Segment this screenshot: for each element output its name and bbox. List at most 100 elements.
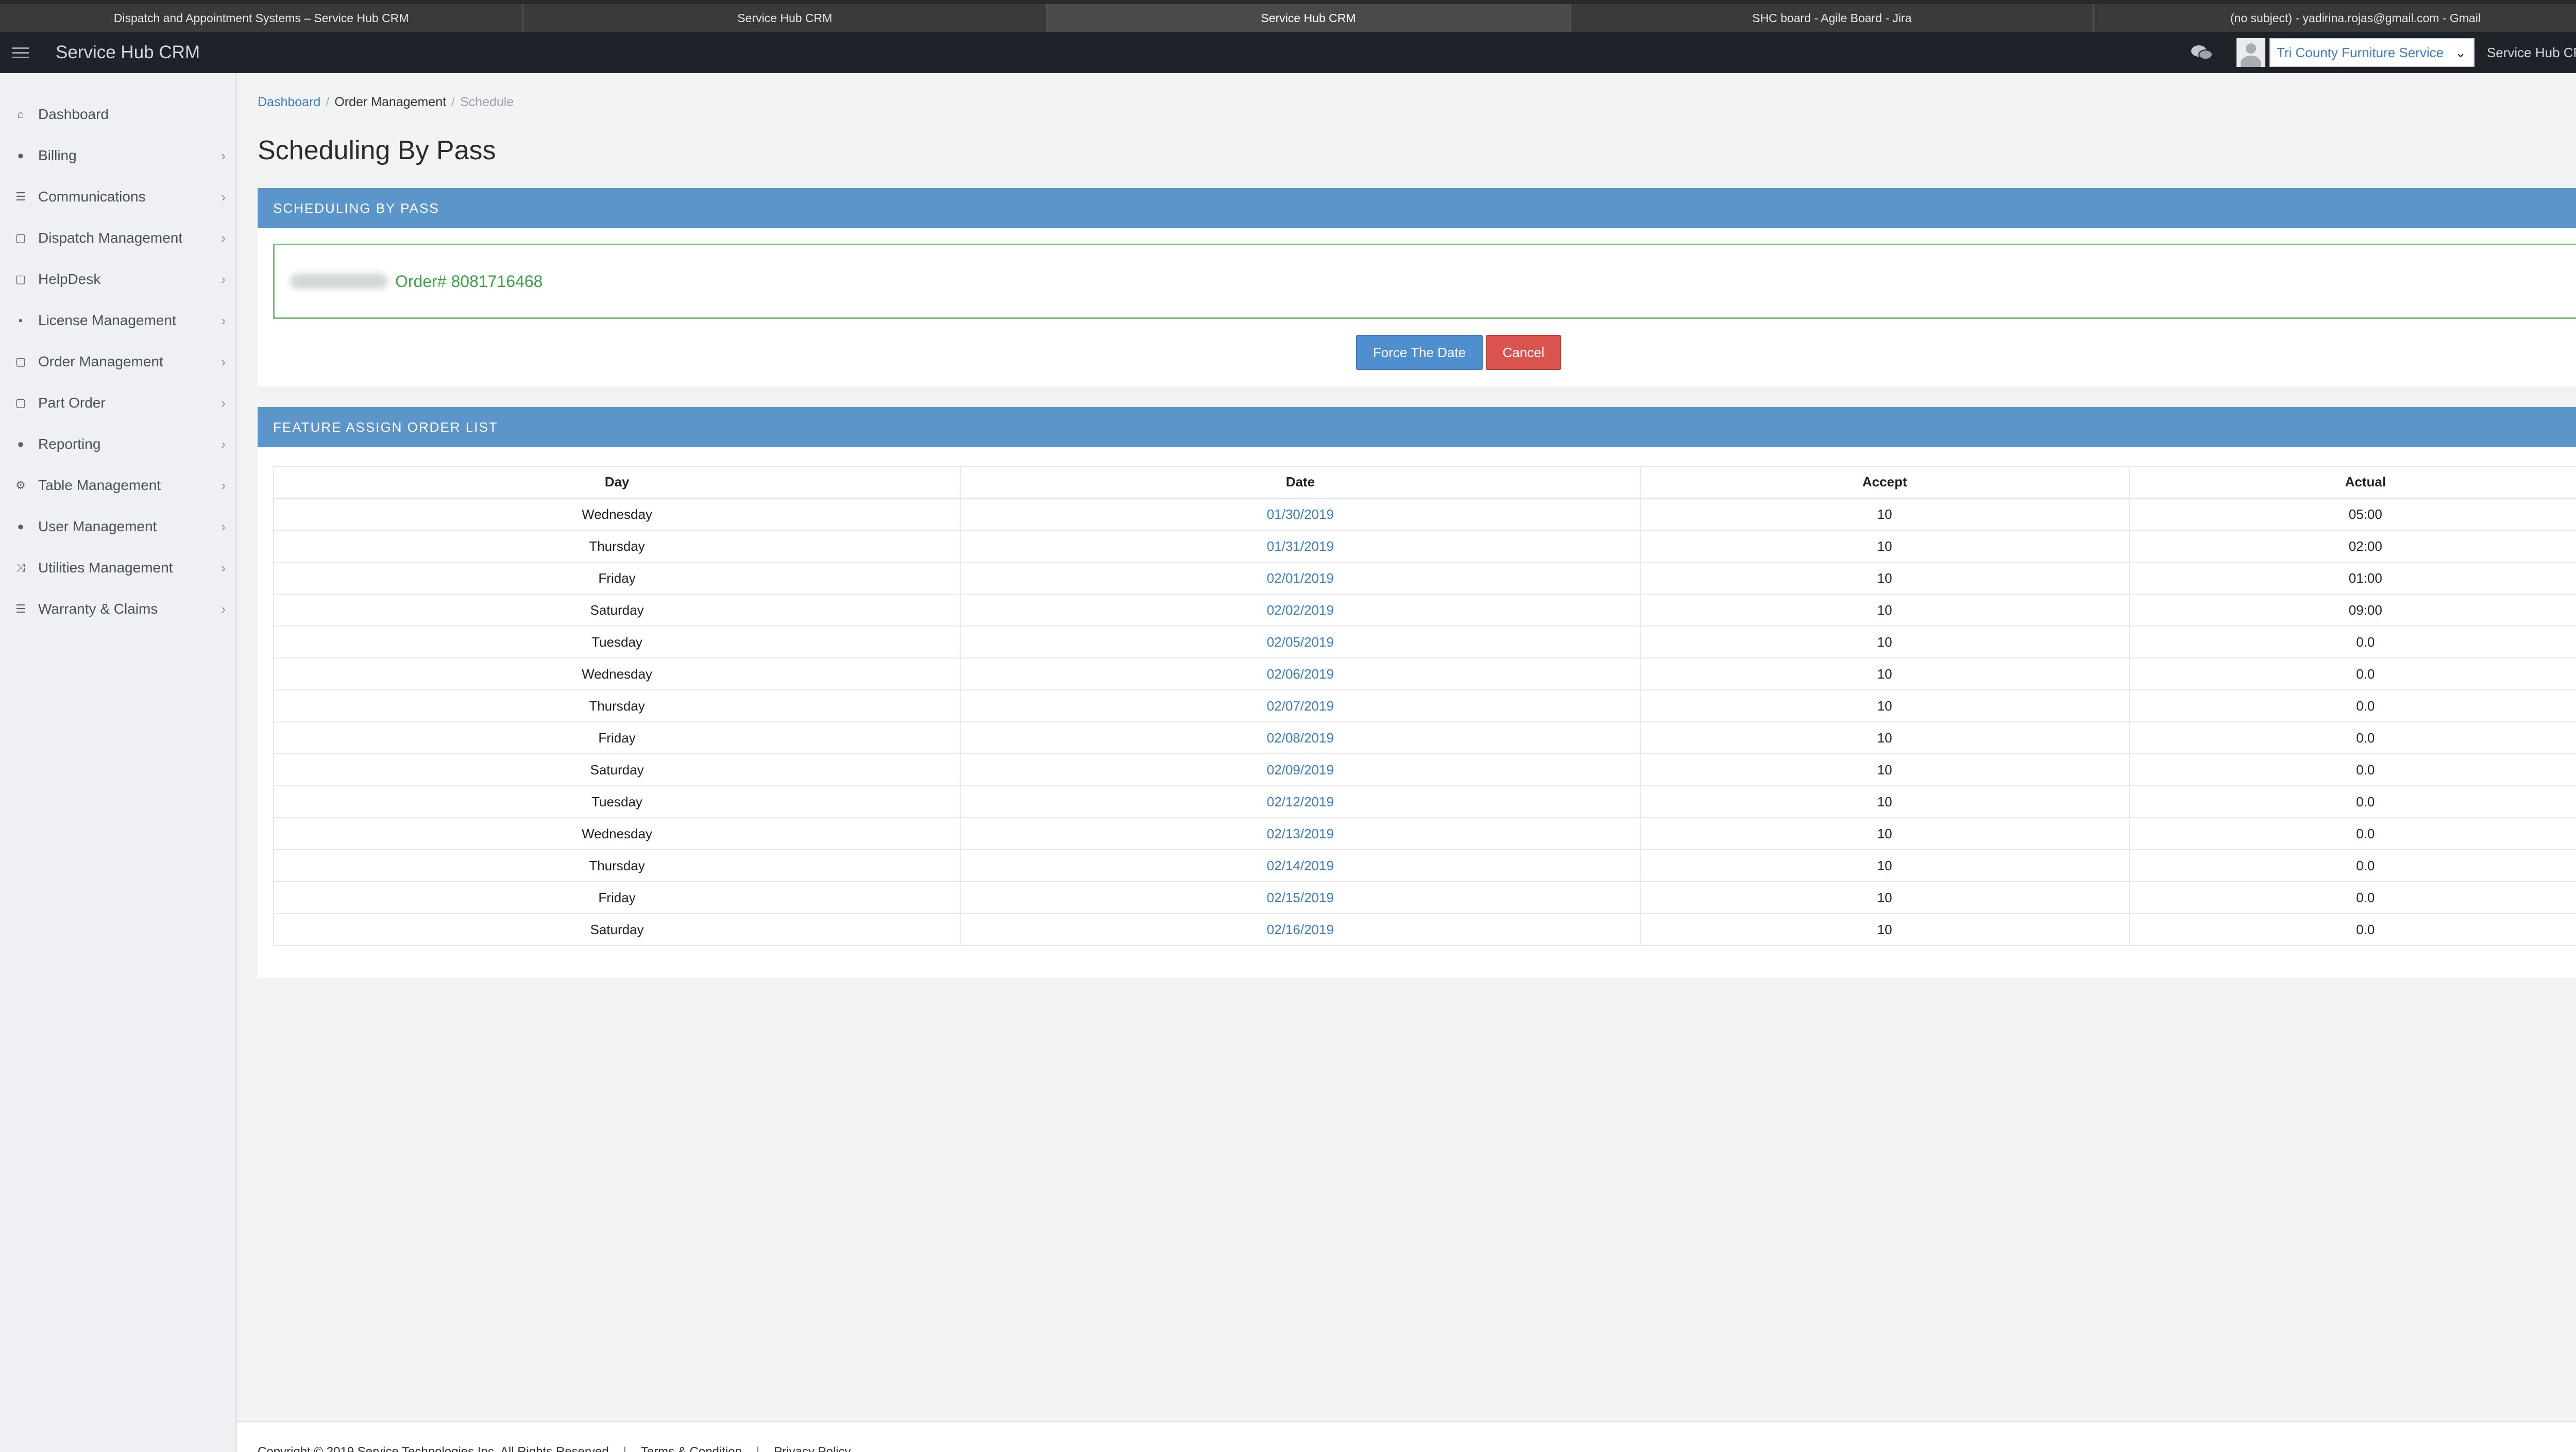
breadcrumb-order-management[interactable]: Order Management xyxy=(334,95,446,109)
cell-day: Thursday xyxy=(273,690,961,722)
user-icon: ● xyxy=(17,149,24,162)
chevron-right-icon: › xyxy=(221,230,226,246)
cell-date[interactable]: 02/06/2019 xyxy=(960,658,1641,690)
cell-date[interactable]: 02/05/2019 xyxy=(960,626,1641,659)
breadcrumb-dashboard[interactable]: Dashboard xyxy=(258,95,320,109)
table-row: Friday 02/15/2019 10 0.0 xyxy=(273,882,2576,914)
order-info-box: Order# 8081716468 xyxy=(273,244,2576,319)
terms-link[interactable]: Terms & Condition xyxy=(641,1445,742,1452)
panel-header: FEATURE ASSIGN ORDER LIST xyxy=(258,407,2576,447)
chevron-right-icon: › xyxy=(221,271,226,287)
column-header-actual[interactable]: Actual xyxy=(2129,466,2576,499)
cell-actual: 0.0 xyxy=(2129,754,2576,786)
browser-tab[interactable]: (no subject) - yadirina.rojas@gmail.com … xyxy=(2094,4,2576,32)
copyright-text: Copyright © 2019 Service Technologies In… xyxy=(258,1445,609,1452)
lock-icon: ▪ xyxy=(19,314,23,327)
cell-day: Wednesday xyxy=(273,658,961,690)
cell-date[interactable]: 01/30/2019 xyxy=(960,498,1641,531)
cell-accept: 10 xyxy=(1640,914,2130,946)
sidebar-item-billing[interactable]: ● Billing › xyxy=(0,135,236,176)
cancel-button[interactable]: Cancel xyxy=(1486,335,1561,370)
browser-tab[interactable]: SHC board - Agile Board - Jira xyxy=(1571,4,2094,32)
sidebar-item-label: User Management xyxy=(38,518,157,534)
sidebar-item-reporting[interactable]: ● Reporting › xyxy=(0,424,236,465)
table-row: Tuesday 02/05/2019 10 0.0 xyxy=(273,626,2576,659)
cell-date[interactable]: 02/15/2019 xyxy=(960,882,1641,914)
sidebar-item-user-management[interactable]: ● User Management › xyxy=(0,506,236,547)
cell-accept: 10 xyxy=(1640,850,2130,882)
browser-tab[interactable]: Service Hub CRM xyxy=(1047,4,1571,32)
sidebar-item-dispatch-management[interactable]: ▢ Dispatch Management › xyxy=(0,217,236,259)
order-number: Order# 8081716468 xyxy=(395,272,543,291)
column-header-accept[interactable]: Accept xyxy=(1640,466,2130,499)
avatar[interactable] xyxy=(2236,38,2265,67)
breadcrumb-separator: / xyxy=(451,95,455,109)
sidebar-item-label: Communications xyxy=(38,189,146,205)
footer: Copyright © 2019 Service Technologies In… xyxy=(237,1421,2576,1452)
cell-actual: 09:00 xyxy=(2129,594,2576,627)
footer-separator: | xyxy=(623,1445,626,1452)
company-select[interactable]: Tri County Furniture Service ⌄ xyxy=(2269,38,2475,67)
table-row: Wednesday 01/30/2019 10 05:00 xyxy=(273,498,2576,531)
sidebar-item-utilities-management[interactable]: ⤨ Utilities Management › xyxy=(0,547,236,588)
cell-day: Wednesday xyxy=(273,498,961,531)
sidebar-item-label: HelpDesk xyxy=(38,271,101,287)
table-row: Friday 02/08/2019 10 0.0 xyxy=(273,722,2576,754)
user-icon: ● xyxy=(17,437,24,450)
panel-header: SCHEDULING BY PASS xyxy=(258,188,2576,228)
chevron-right-icon: › xyxy=(221,601,226,617)
cell-date[interactable]: 02/13/2019 xyxy=(960,818,1641,850)
cell-accept: 10 xyxy=(1640,594,2130,627)
cell-day: Thursday xyxy=(273,530,961,563)
cell-date[interactable]: 02/16/2019 xyxy=(960,914,1641,946)
privacy-link[interactable]: Privacy Policy xyxy=(774,1445,851,1452)
cell-date[interactable]: 02/14/2019 xyxy=(960,850,1641,882)
cell-date[interactable]: 01/31/2019 xyxy=(960,530,1641,563)
cell-accept: 10 xyxy=(1640,626,2130,659)
cell-date[interactable]: 02/08/2019 xyxy=(960,722,1641,754)
cell-date[interactable]: 02/12/2019 xyxy=(960,786,1641,818)
home-icon: ⌂ xyxy=(17,108,24,121)
shuffle-icon: ⤨ xyxy=(16,561,25,574)
cell-accept: 10 xyxy=(1640,658,2130,690)
cell-accept: 10 xyxy=(1640,498,2130,531)
chat-icon[interactable] xyxy=(2191,42,2214,63)
browser-tab[interactable]: Dispatch and Appointment Systems – Servi… xyxy=(0,4,524,32)
sidebar-item-order-management[interactable]: ▢ Order Management › xyxy=(0,341,236,382)
sidebar-item-dashboard[interactable]: ⌂ Dashboard xyxy=(0,94,236,135)
document-icon: ▢ xyxy=(15,396,26,409)
sidebar-item-warranty-claims[interactable]: ☰ Warranty & Claims › xyxy=(0,588,236,630)
sidebar-item-label: Table Management xyxy=(38,477,161,493)
cell-accept: 10 xyxy=(1640,722,2130,754)
redacted-customer-name xyxy=(290,274,388,289)
sidebar-item-communications[interactable]: ☰ Communications › xyxy=(0,176,236,217)
column-header-day[interactable]: Day xyxy=(273,466,961,499)
cell-actual: 0.0 xyxy=(2129,690,2576,722)
cell-day: Thursday xyxy=(273,850,961,882)
table-header-row: Day Date Accept Actual xyxy=(273,466,2576,499)
brand-text: Service Hub CRM xyxy=(2486,44,2576,60)
cell-day: Friday xyxy=(273,562,961,595)
cell-date[interactable]: 02/01/2019 xyxy=(960,562,1641,595)
cell-date[interactable]: 02/09/2019 xyxy=(960,754,1641,786)
cell-day: Saturday xyxy=(273,914,961,946)
force-date-button[interactable]: Force The Date xyxy=(1356,335,1483,370)
column-header-date[interactable]: Date xyxy=(960,466,1641,499)
table-row: Friday 02/01/2019 10 01:00 xyxy=(273,562,2576,595)
cell-actual: 0.0 xyxy=(2129,658,2576,690)
menu-toggle-icon[interactable] xyxy=(0,32,41,73)
browser-tab-strip: Dispatch and Appointment Systems – Servi… xyxy=(0,0,2576,32)
cell-accept: 10 xyxy=(1640,882,2130,914)
cell-date[interactable]: 02/02/2019 xyxy=(960,594,1641,627)
gears-icon: ⚙ xyxy=(15,479,26,492)
browser-tab[interactable]: Service Hub CRM xyxy=(523,4,1047,32)
sidebar-item-part-order[interactable]: ▢ Part Order › xyxy=(0,382,236,424)
sidebar-item-license-management[interactable]: ▪ License Management › xyxy=(0,300,236,341)
cell-date[interactable]: 02/07/2019 xyxy=(960,690,1641,722)
main-content: Dashboard / Order Management / Schedule Sche… xyxy=(237,73,2576,1452)
sidebar-item-helpdesk[interactable]: ▢ HelpDesk › xyxy=(0,259,236,300)
breadcrumb: Dashboard / Order Management / Schedule xyxy=(258,95,514,110)
chevron-right-icon: › xyxy=(221,560,226,576)
sidebar-item-label: Part Order xyxy=(38,395,106,411)
sidebar-item-table-management[interactable]: ⚙ Table Management › xyxy=(0,465,236,506)
